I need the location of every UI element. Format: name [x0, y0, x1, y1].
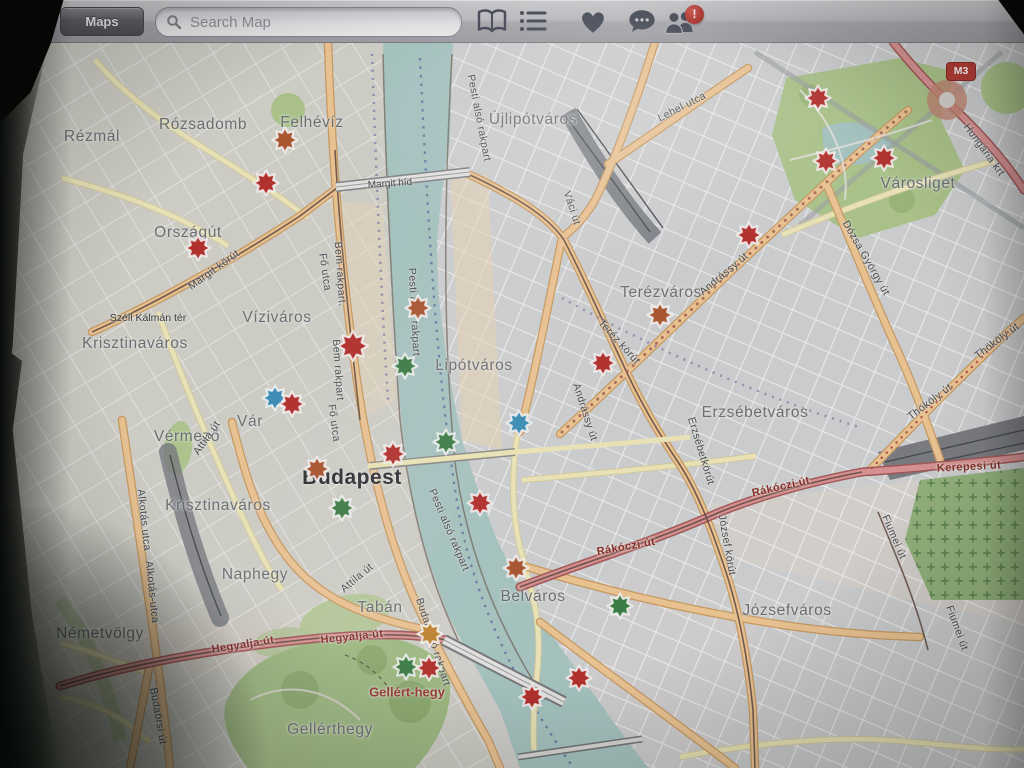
map-pin-rust[interactable]	[406, 296, 431, 321]
search-input[interactable]	[188, 13, 432, 32]
favorites-button[interactable]	[577, 0, 609, 42]
map-pin-red[interactable]	[338, 331, 368, 361]
map-pin-red[interactable]	[468, 491, 493, 516]
bezel-bottom-left	[0, 508, 300, 768]
bookmarks-button[interactable]	[475, 0, 509, 42]
map-pin-red[interactable]	[806, 86, 831, 111]
map-pin-red[interactable]	[186, 236, 211, 261]
list-button[interactable]	[518, 0, 548, 42]
map-pin-green[interactable]	[393, 354, 418, 379]
map-pin-red[interactable]	[872, 146, 897, 171]
map-pin-rust[interactable]	[273, 128, 298, 153]
book-icon	[476, 8, 508, 35]
notification-badge[interactable]: !	[685, 5, 704, 24]
map-pin-green[interactable]	[434, 430, 459, 455]
map-pin-green[interactable]	[394, 655, 419, 680]
chat-bubble-icon	[627, 7, 657, 35]
map-pin-red[interactable]	[417, 656, 442, 681]
map-pin-red[interactable]	[737, 223, 762, 248]
messages-button[interactable]	[626, 0, 658, 42]
map-pin-green[interactable]	[608, 594, 633, 619]
search-icon	[166, 14, 182, 30]
map-pin-green[interactable]	[330, 496, 355, 521]
map-pin-rust[interactable]	[305, 457, 330, 482]
map-pin-rust[interactable]	[648, 303, 673, 328]
maps-toolbar: Maps	[0, 0, 1024, 43]
list-icon	[519, 9, 547, 33]
map-pin-red[interactable]	[591, 351, 616, 376]
map-pin-orange[interactable]	[418, 622, 443, 647]
map-pin-red[interactable]	[381, 442, 406, 467]
maps-button[interactable]: Maps	[60, 7, 144, 36]
map-pin-rust[interactable]	[504, 556, 529, 581]
map-pin-red[interactable]	[814, 149, 839, 174]
map-pin-red[interactable]	[520, 685, 545, 710]
search-field[interactable]	[155, 7, 462, 37]
heart-icon	[578, 8, 608, 35]
map-pin-blue[interactable]	[507, 411, 532, 436]
map-pin-red[interactable]	[280, 392, 305, 417]
map-pin-red[interactable]	[567, 666, 592, 691]
map-pin-red[interactable]	[254, 171, 279, 196]
